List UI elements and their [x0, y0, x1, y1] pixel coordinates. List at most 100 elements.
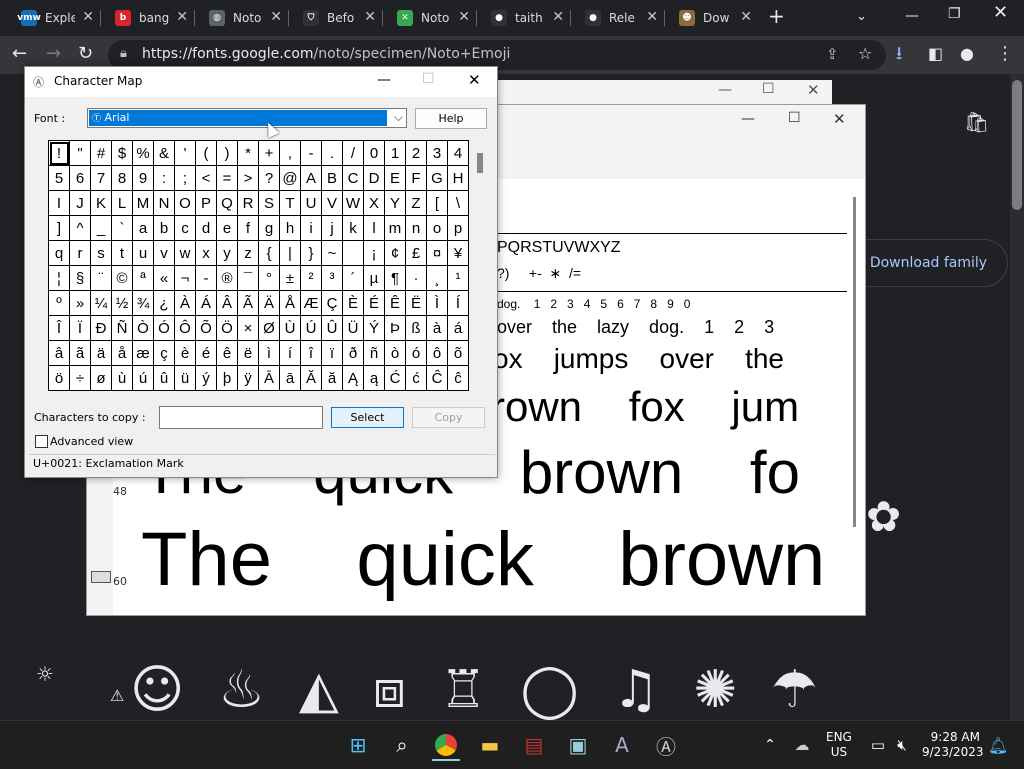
char-cell[interactable]: ¸	[427, 266, 448, 291]
bg-minimize-icon[interactable]: —	[718, 82, 732, 98]
char-cell[interactable]: ā	[280, 366, 301, 391]
char-cell[interactable]: d	[196, 216, 217, 241]
char-cell[interactable]: ¯	[238, 266, 259, 291]
char-cell[interactable]: ¼	[91, 291, 112, 316]
char-cell[interactable]: 7	[91, 166, 112, 191]
char-cell[interactable]: X	[364, 191, 385, 216]
charmap-minimize-icon[interactable]: —	[377, 72, 391, 88]
char-cell[interactable]: º	[49, 291, 70, 316]
char-cell[interactable]: S	[259, 191, 280, 216]
char-cell[interactable]: ³	[322, 266, 343, 291]
char-cell[interactable]: í	[280, 341, 301, 366]
char-cell[interactable]: \	[448, 191, 469, 216]
char-cell[interactable]: a	[133, 216, 154, 241]
share-icon[interactable]: ⇪	[826, 45, 839, 63]
char-cell[interactable]: Å	[280, 291, 301, 316]
char-cell[interactable]: É	[364, 291, 385, 316]
char-cell[interactable]: ú	[133, 366, 154, 391]
char-cell[interactable]: ÷	[70, 366, 91, 391]
char-cell[interactable]: ©	[112, 266, 133, 291]
chrome-icon[interactable]	[432, 731, 460, 761]
char-cell[interactable]: U	[301, 191, 322, 216]
char-cell[interactable]: ¬	[175, 266, 196, 291]
char-cell[interactable]: k	[343, 216, 364, 241]
char-cell[interactable]: ]	[49, 216, 70, 241]
help-button[interactable]: Help	[415, 108, 487, 129]
char-cell[interactable]: â	[49, 341, 70, 366]
char-cell[interactable]: ¦	[49, 266, 70, 291]
char-cell[interactable]: !	[49, 141, 70, 166]
char-cell[interactable]: &	[154, 141, 175, 166]
char-cell[interactable]: ¤	[427, 241, 448, 266]
char-cell[interactable]: ü	[175, 366, 196, 391]
char-cell[interactable]: ă	[322, 366, 343, 391]
char-cell[interactable]: r	[70, 241, 91, 266]
tab-close-icon[interactable]: ✕	[364, 9, 376, 25]
char-cell[interactable]: ¿	[154, 291, 175, 316]
char-cell[interactable]: z	[238, 241, 259, 266]
theme-toggle-icon[interactable]: ☼	[36, 662, 54, 686]
char-cell[interactable]: @	[280, 166, 301, 191]
char-cell[interactable]: O	[175, 191, 196, 216]
fv-scrollbar[interactable]	[853, 197, 856, 527]
char-cell[interactable]: î	[301, 341, 322, 366]
char-cell[interactable]: 6	[70, 166, 91, 191]
char-cell[interactable]: -	[196, 266, 217, 291]
char-cell[interactable]: Û	[322, 316, 343, 341]
char-cell[interactable]: ï	[322, 341, 343, 366]
window-close-icon[interactable]: ✕	[993, 3, 1008, 23]
char-cell[interactable]: i	[301, 216, 322, 241]
char-cell[interactable]: á	[448, 316, 469, 341]
char-cell[interactable]: E	[385, 166, 406, 191]
char-cell[interactable]: :	[154, 166, 175, 191]
char-cell[interactable]: Á	[196, 291, 217, 316]
char-cell[interactable]: *	[238, 141, 259, 166]
char-cell[interactable]: N	[154, 191, 175, 216]
char-cell[interactable]: ñ	[364, 341, 385, 366]
tab-close-icon[interactable]: ✕	[270, 9, 282, 25]
charmap-maximize-icon[interactable]: ☐	[422, 71, 435, 87]
char-cell[interactable]: 9	[133, 166, 154, 191]
char-cell[interactable]: /	[343, 141, 364, 166]
char-cell[interactable]: h	[280, 216, 301, 241]
char-cell[interactable]: ²	[301, 266, 322, 291]
char-cell[interactable]: )	[217, 141, 238, 166]
char-cell[interactable]: Ð	[91, 316, 112, 341]
char-cell[interactable]: ð	[343, 341, 364, 366]
char-cell[interactable]: s	[91, 241, 112, 266]
char-cell[interactable]: n	[406, 216, 427, 241]
browser-tab[interactable]: ⛉ Befo ✕	[292, 3, 382, 32]
tray-chevron-up-icon[interactable]: ⌃	[756, 731, 784, 759]
char-cell[interactable]: F	[406, 166, 427, 191]
tab-search-icon[interactable]: ⌄	[856, 7, 867, 27]
char-cell[interactable]: ±	[280, 266, 301, 291]
tab-close-icon[interactable]: ✕	[458, 9, 470, 25]
char-cell[interactable]: l	[364, 216, 385, 241]
fv-close-icon[interactable]: ✕	[833, 110, 846, 128]
onedrive-icon[interactable]: ☁	[788, 731, 816, 759]
char-cell[interactable]: "	[70, 141, 91, 166]
char-cell[interactable]: ö	[49, 366, 70, 391]
character-map-icon[interactable]: Ⓐ	[652, 731, 680, 759]
char-cell[interactable]: 3	[427, 141, 448, 166]
char-cell[interactable]: ¢	[385, 241, 406, 266]
char-cell[interactable]: ×	[238, 316, 259, 341]
char-cell[interactable]: ù	[112, 366, 133, 391]
char-cell[interactable]: ä	[91, 341, 112, 366]
char-cell[interactable]: =	[217, 166, 238, 191]
char-cell[interactable]: f	[238, 216, 259, 241]
char-cell[interactable]: e	[217, 216, 238, 241]
new-tab-button[interactable]: +	[768, 6, 785, 26]
char-cell[interactable]: W	[343, 191, 364, 216]
char-cell[interactable]: Ú	[301, 316, 322, 341]
scrollbar-thumb[interactable]	[1012, 80, 1022, 210]
char-cell[interactable]: }	[301, 241, 322, 266]
char-cell[interactable]: x	[196, 241, 217, 266]
char-cell[interactable]: 4	[448, 141, 469, 166]
char-cell[interactable]: æ	[133, 341, 154, 366]
char-cell[interactable]: I	[49, 191, 70, 216]
char-cell[interactable]: ç	[154, 341, 175, 366]
char-cell[interactable]: Õ	[196, 316, 217, 341]
char-cell[interactable]: |	[280, 241, 301, 266]
grid-scrollbar-thumb[interactable]	[477, 153, 483, 173]
